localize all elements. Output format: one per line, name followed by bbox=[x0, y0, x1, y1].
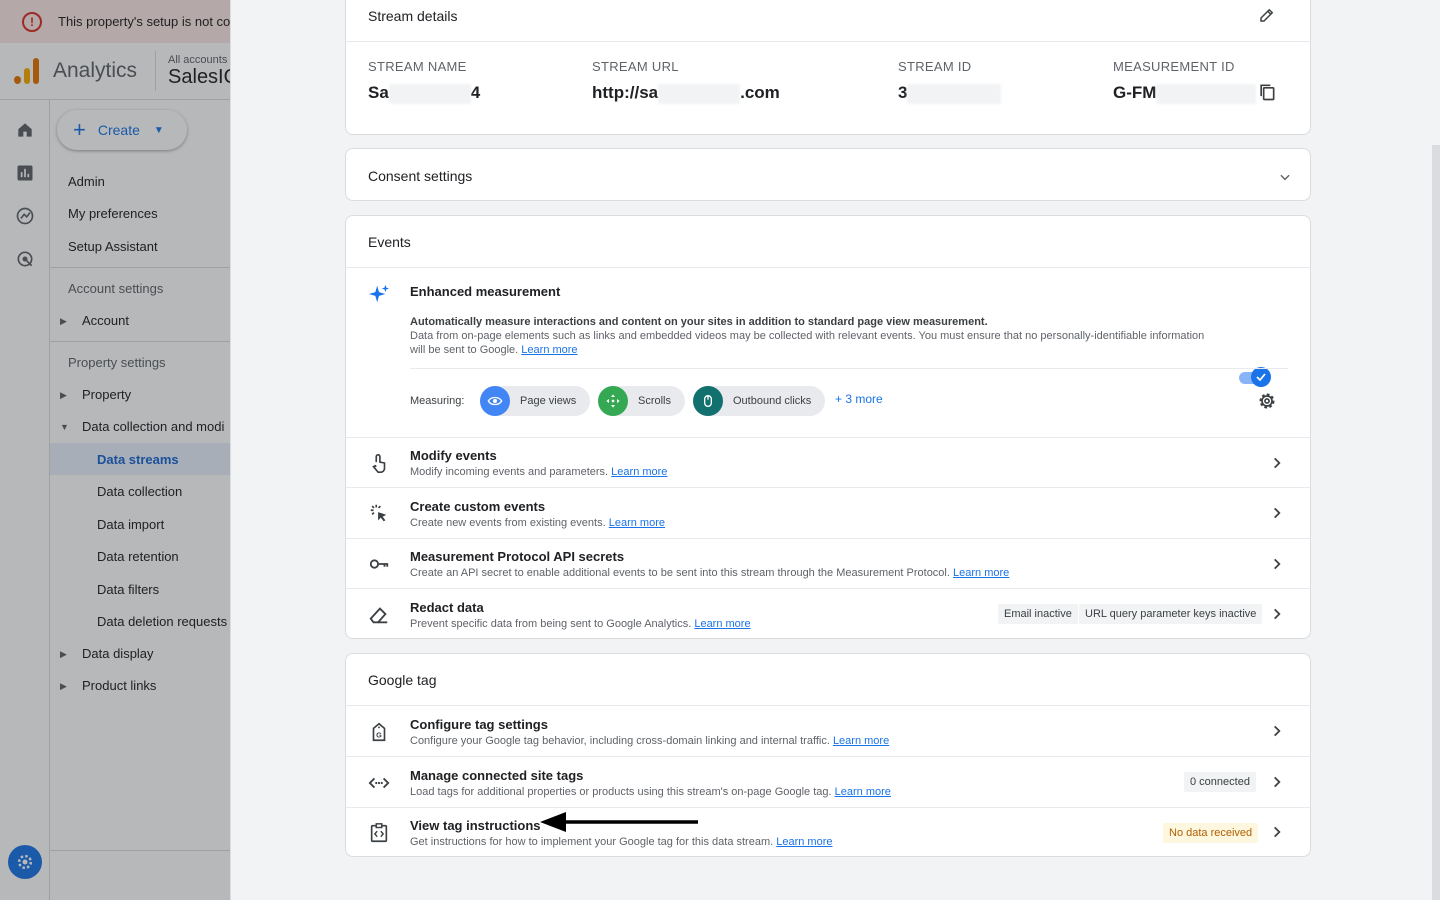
chevron-right-icon bbox=[1274, 608, 1281, 620]
modify-events-row[interactable]: Modify events Modify incoming events and… bbox=[346, 437, 1310, 487]
enhanced-measurement-title: Enhanced measurement bbox=[410, 284, 561, 299]
click-icon bbox=[370, 504, 387, 522]
scroll-icon bbox=[606, 394, 620, 408]
measurement-id-value: G-FM bbox=[1113, 83, 1257, 104]
status-badge-email: Email inactive bbox=[998, 604, 1078, 624]
stream-url-label: STREAM URL bbox=[592, 59, 679, 74]
chevron-right-icon bbox=[1274, 776, 1281, 788]
measuring-chip-label: Scrolls bbox=[638, 395, 672, 407]
manage-connected-site-tags-row[interactable]: Manage connected site tags Load tags for… bbox=[346, 756, 1310, 807]
enhanced-measurement-section: Enhanced measurement Automatically measu… bbox=[346, 267, 1310, 437]
row-title: Redact data bbox=[410, 600, 484, 615]
chevron-down-icon[interactable] bbox=[1278, 170, 1292, 184]
sparkle-icon bbox=[368, 284, 390, 303]
code-icon bbox=[368, 777, 390, 789]
more-measurements-link[interactable]: + 3 more bbox=[835, 392, 883, 406]
copy-icon[interactable] bbox=[1257, 82, 1277, 102]
stream-name-label: STREAM NAME bbox=[368, 59, 467, 74]
redact-data-row[interactable]: Redact data Prevent specific data from b… bbox=[346, 588, 1310, 639]
stream-id-value: 3 bbox=[898, 83, 1002, 104]
enhanced-measurement-desc: Data from on-page elements such as links… bbox=[410, 330, 1205, 342]
measuring-chip-page-views: Page views bbox=[480, 386, 591, 416]
measuring-chip-label: Page views bbox=[520, 395, 577, 407]
learn-more-link[interactable]: Learn more bbox=[521, 344, 577, 356]
row-title: Configure tag settings bbox=[410, 717, 548, 732]
row-title: Create custom events bbox=[410, 499, 546, 514]
gear-icon[interactable] bbox=[1257, 391, 1277, 411]
row-subtitle: Prevent specific data from being sent to… bbox=[410, 618, 751, 630]
row-title: View tag instructions bbox=[410, 818, 541, 833]
row-title: Measurement Protocol API secrets bbox=[410, 549, 625, 564]
view-tag-instructions-row[interactable]: View tag instructions Get instructions f… bbox=[346, 807, 1310, 857]
google-tag-icon: G bbox=[372, 722, 386, 742]
mouse-icon bbox=[704, 395, 712, 407]
clipboard-code-icon bbox=[370, 823, 388, 843]
learn-more-link[interactable]: Learn more bbox=[833, 735, 889, 747]
events-title: Events bbox=[368, 234, 411, 250]
check-icon bbox=[1256, 373, 1266, 382]
learn-more-link[interactable]: Learn more bbox=[835, 786, 891, 798]
svg-text:G: G bbox=[376, 731, 382, 740]
consent-settings-card[interactable]: Consent settings bbox=[345, 148, 1311, 201]
row-subtitle: Create an API secret to enable additiona… bbox=[410, 567, 1010, 579]
chevron-right-icon bbox=[1274, 507, 1281, 519]
enhanced-measurement-desc-end: will be sent to Google. Learn more bbox=[410, 344, 578, 356]
stream-name-value: Sa 4 bbox=[368, 83, 481, 104]
divider bbox=[346, 41, 1310, 42]
status-badge-no-data: No data received bbox=[1163, 823, 1259, 843]
chevron-right-icon bbox=[1274, 725, 1281, 737]
row-subtitle: Configure your Google tag behavior, incl… bbox=[410, 735, 890, 747]
stream-details-card: Stream details STREAM NAME Sa 4 STREAM UR… bbox=[345, 0, 1311, 135]
events-card: Events Enhanced measurement Automaticall… bbox=[345, 215, 1311, 639]
status-badge-url-query: URL query parameter keys inactive bbox=[1079, 604, 1263, 624]
measuring-chip-outbound-clicks: Outbound clicks bbox=[693, 386, 826, 416]
measurement-id-label: MEASUREMENT ID bbox=[1113, 59, 1235, 74]
eye-icon bbox=[487, 396, 503, 406]
measurement-protocol-row[interactable]: Measurement Protocol API secrets Create … bbox=[346, 538, 1310, 588]
measuring-chip-scrolls: Scrolls bbox=[598, 386, 686, 416]
consent-settings-title: Consent settings bbox=[368, 168, 473, 184]
enhanced-measurement-toggle[interactable] bbox=[1239, 367, 1273, 387]
status-badge-connected: 0 connected bbox=[1184, 772, 1256, 792]
divider bbox=[410, 368, 1288, 369]
google-tag-title: Google tag bbox=[368, 672, 437, 688]
row-subtitle: Modify incoming events and parameters. L… bbox=[410, 466, 668, 478]
row-subtitle: Load tags for additional properties or p… bbox=[410, 786, 891, 798]
learn-more-link[interactable]: Learn more bbox=[611, 466, 667, 478]
row-title: Manage connected site tags bbox=[410, 768, 584, 783]
stream-id-label: STREAM ID bbox=[898, 59, 972, 74]
google-tag-card: Google tag G Configure tag settings Conf… bbox=[345, 653, 1311, 857]
chevron-right-icon bbox=[1274, 826, 1281, 838]
learn-more-link[interactable]: Learn more bbox=[609, 517, 665, 529]
measuring-chip-label: Outbound clicks bbox=[733, 395, 812, 407]
panel-scrollbar[interactable] bbox=[1432, 145, 1440, 900]
chevron-right-icon bbox=[1274, 558, 1281, 570]
measuring-label: Measuring: bbox=[410, 395, 465, 407]
stream-details-title: Stream details bbox=[368, 8, 458, 24]
stream-url-value: http://sa .com bbox=[592, 83, 780, 104]
eraser-icon bbox=[369, 607, 388, 624]
annotation-arrow-icon bbox=[540, 812, 698, 832]
learn-more-link[interactable]: Learn more bbox=[776, 836, 832, 848]
create-custom-events-row[interactable]: Create custom events Create new events f… bbox=[346, 487, 1310, 538]
touch-icon bbox=[372, 453, 386, 473]
key-icon bbox=[369, 559, 389, 569]
enhanced-measurement-desc-bold: Automatically measure interactions and c… bbox=[410, 316, 988, 328]
row-subtitle: Create new events from existing events. … bbox=[410, 517, 665, 529]
edit-icon[interactable] bbox=[1258, 6, 1276, 24]
configure-tag-settings-row[interactable]: G Configure tag settings Configure your … bbox=[346, 705, 1310, 756]
learn-more-link[interactable]: Learn more bbox=[694, 618, 750, 630]
chevron-right-icon bbox=[1274, 457, 1281, 469]
row-title: Modify events bbox=[410, 448, 497, 463]
learn-more-link[interactable]: Learn more bbox=[953, 567, 1009, 579]
row-subtitle: Get instructions for how to implement yo… bbox=[410, 836, 833, 848]
